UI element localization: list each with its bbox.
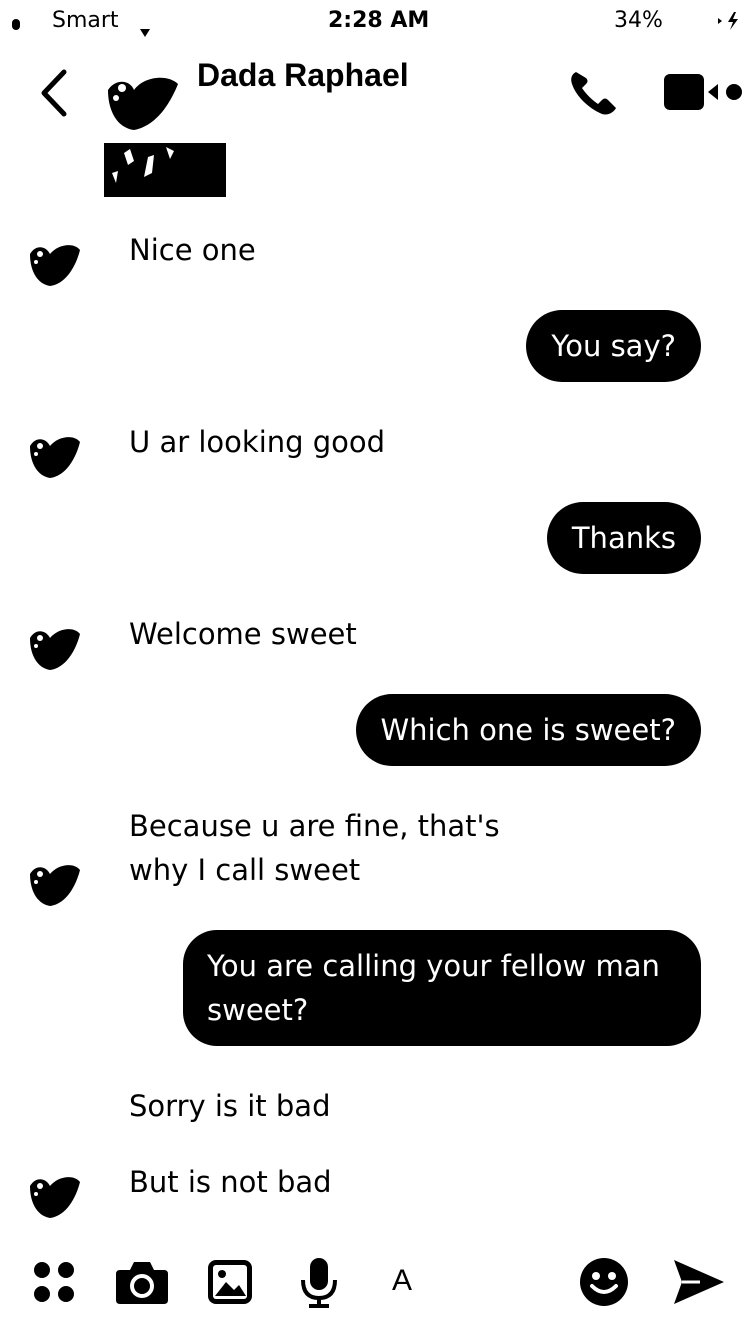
camera-button[interactable]: [114, 1258, 170, 1308]
microphone-icon: [301, 1258, 337, 1308]
video-call-button[interactable]: [662, 70, 744, 118]
chevron-left-icon: [41, 69, 67, 117]
call-button[interactable]: [564, 64, 624, 124]
outgoing-message[interactable]: You say?: [526, 310, 701, 382]
outgoing-message[interactable]: You are calling your fellow man sweet?: [183, 930, 701, 1046]
incoming-message: Sorry is it bad: [129, 1089, 331, 1123]
battery-percent: 34%: [614, 8, 663, 33]
apps-button[interactable]: [30, 1258, 78, 1306]
camera-icon: [116, 1262, 168, 1304]
contact-avatar[interactable]: [104, 68, 180, 136]
signal-icon: [12, 19, 20, 30]
sender-avatar[interactable]: [28, 430, 82, 480]
incoming-message: Welcome sweet: [129, 617, 357, 651]
carrier-label: Smart: [52, 8, 119, 33]
apps-icon: [34, 1262, 74, 1302]
incoming-message: Nice one: [129, 233, 256, 267]
incoming-message: But is not bad: [129, 1165, 332, 1199]
clock: 2:28 AM: [328, 8, 430, 33]
outgoing-message[interactable]: Thanks: [546, 502, 701, 574]
sender-avatar[interactable]: [28, 622, 82, 672]
contact-name[interactable]: Dada Raphael: [197, 57, 409, 94]
sender-avatar[interactable]: [28, 1170, 82, 1220]
outgoing-message[interactable]: Which one is sweet?: [355, 694, 701, 766]
charging-icon: [716, 10, 742, 36]
image-icon: [208, 1260, 252, 1304]
video-camera-icon: [664, 74, 742, 110]
wifi-icon: [140, 22, 150, 41]
sender-avatar[interactable]: [28, 238, 82, 288]
back-button[interactable]: [34, 66, 74, 122]
send-icon: [674, 1260, 724, 1304]
emoji-icon: [580, 1258, 628, 1306]
text-input-button[interactable]: A: [392, 1264, 412, 1298]
incoming-message: Because u are fine, that's why I call sw…: [129, 809, 500, 887]
send-button[interactable]: [670, 1256, 726, 1308]
phone-icon: [571, 72, 616, 115]
emoji-button[interactable]: [578, 1256, 630, 1308]
sender-avatar[interactable]: [28, 858, 82, 908]
voice-button[interactable]: [298, 1256, 340, 1310]
gallery-button[interactable]: [206, 1258, 254, 1306]
shared-photo[interactable]: [104, 143, 226, 197]
incoming-message: U ar looking good: [129, 425, 386, 459]
